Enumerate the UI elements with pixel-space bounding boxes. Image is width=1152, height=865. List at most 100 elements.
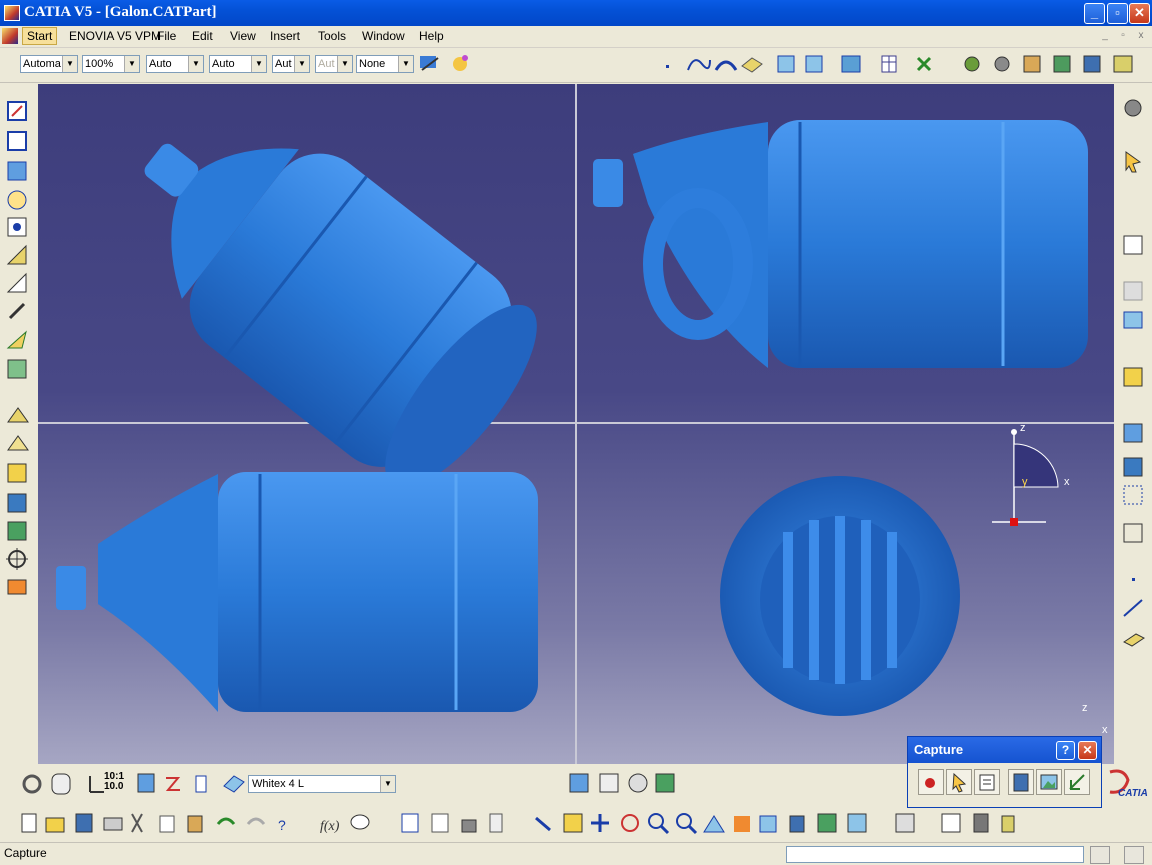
menu-file[interactable]: File (157, 29, 176, 43)
capture-album-button[interactable] (1008, 769, 1034, 795)
copy-icon (159, 815, 175, 833)
restore-button[interactable]: ▫ (1107, 3, 1128, 24)
grid-points-icon (1123, 485, 1143, 505)
measure-item-icon (941, 813, 961, 833)
line-icon (1123, 599, 1143, 617)
svg-text:CATIA: CATIA (1118, 788, 1148, 799)
analysis-icon-3 (628, 773, 648, 793)
window-title: CATIA V5 - [Galon.CATPart] (24, 4, 217, 20)
tree-icon (431, 813, 449, 833)
capture-settings-button[interactable] (1064, 769, 1090, 795)
menu-insert[interactable]: Insert (270, 29, 300, 43)
capture-select-mode-button[interactable] (946, 769, 972, 795)
target-icon (6, 548, 28, 570)
spline-icon (687, 59, 711, 71)
analysis-icon-1 (569, 773, 589, 793)
point-right-icon (1132, 578, 1135, 581)
fit-icon (1123, 523, 1143, 543)
list-icon (195, 775, 207, 793)
command-input[interactable] (786, 846, 1084, 863)
combo-linetype[interactable]: Aut ▼ (272, 55, 310, 73)
capture-close-button[interactable]: ✕ (1078, 741, 1097, 760)
undo-icon (216, 817, 236, 825)
catalog-icon (1113, 55, 1133, 73)
palette-icon (453, 55, 468, 71)
combo-zoom[interactable]: 100% ▼ (82, 55, 140, 73)
bottle-side-view (593, 120, 1088, 368)
status-button-2[interactable] (1124, 846, 1144, 864)
view-icon-1 (777, 55, 795, 73)
menu-help[interactable]: Help (419, 29, 444, 43)
axis-icon (89, 776, 104, 793)
doc-minimize-button[interactable]: _ (1098, 30, 1112, 42)
scale-text[interactable]: 10:1 10.0 (104, 772, 124, 792)
close-button[interactable]: ✕ (1129, 3, 1150, 24)
combo-thickness[interactable]: Auto ▼ (209, 55, 267, 73)
capture-record-button[interactable] (918, 769, 944, 795)
gear-icon (964, 56, 980, 72)
part-body-icon (7, 579, 27, 595)
painter-icon (420, 56, 439, 71)
sketch-icon (7, 101, 27, 121)
mirror-icon (7, 521, 27, 541)
bottle-base-view (720, 476, 960, 716)
combo-color[interactable]: Auto ▼ (146, 55, 204, 73)
shell-icon (7, 407, 29, 423)
menu-edit[interactable]: Edit (192, 29, 213, 43)
pocket-icon (7, 217, 27, 237)
capture-panel: Capture ? ✕ (907, 736, 1102, 808)
pattern-icon (1123, 457, 1143, 477)
thickness-icon (7, 463, 27, 483)
menu-window[interactable]: Window (362, 29, 405, 43)
capture-help-button[interactable]: ? (1056, 741, 1075, 760)
draft-icon (7, 435, 29, 451)
layout-icon (1123, 311, 1143, 329)
pan-icon (591, 814, 609, 832)
redo-icon (246, 817, 266, 825)
compass-x-label: x (1064, 476, 1070, 488)
catia-app-icon[interactable] (4, 5, 20, 21)
gears-icon (994, 56, 1010, 72)
menu-bar: Start ENOVIA V5 VPM File Edit View Inser… (0, 26, 1152, 48)
grid-icon (881, 55, 897, 73)
whats-this-icon: ? (278, 817, 286, 833)
cube-icon (1123, 367, 1143, 387)
select-arrow-icon (1125, 151, 1142, 173)
menu-start[interactable]: Start (22, 27, 58, 45)
capture-options-button[interactable] (974, 769, 1000, 795)
combo-layer[interactable]: None ▼ (356, 55, 414, 73)
capture-title-bar[interactable]: Capture ? ✕ (908, 737, 1101, 763)
3d-viewport[interactable]: z x y z x (38, 84, 1114, 764)
combo-line-type[interactable]: Automa ▼ (20, 55, 78, 73)
bottle-views (56, 120, 1088, 716)
corner-z-label: z (1082, 702, 1088, 714)
iso-view-icon (759, 815, 777, 833)
menu-enovia[interactable]: ENOVIA V5 VPM (69, 29, 161, 43)
doc-close-button[interactable]: x (1134, 30, 1148, 42)
right-toolbar-icons (1123, 99, 1145, 647)
combo-disabled: Aut ▼ (315, 55, 353, 73)
save-icon (75, 813, 93, 833)
normal-view-icon (703, 815, 725, 833)
container-icon (137, 773, 155, 793)
menu-tools[interactable]: Tools (318, 29, 346, 43)
hide-show-icon (817, 813, 837, 833)
surface-icon (714, 60, 738, 71)
material-icon (223, 775, 245, 793)
measure-between-icon (895, 813, 915, 833)
formula-icon: f(x) (320, 819, 340, 834)
menu-view[interactable]: View (230, 29, 256, 43)
plane-right-icon (1123, 633, 1145, 647)
zoom-in-icon (648, 813, 670, 835)
bottle-iso-view (144, 143, 537, 489)
status-button-1[interactable] (1090, 846, 1110, 864)
document-icon[interactable] (2, 28, 18, 44)
table-icon (401, 813, 419, 833)
capture-image-button[interactable] (1036, 769, 1062, 795)
doc-restore-button[interactable]: ▫ (1116, 30, 1130, 42)
fit-all-icon (563, 813, 583, 833)
rib-icon (6, 330, 27, 349)
sketch-right-icon (1123, 235, 1143, 255)
minimize-button[interactable]: _ (1084, 3, 1105, 24)
material-select[interactable]: Whitex 4 L ▼ (248, 775, 396, 793)
